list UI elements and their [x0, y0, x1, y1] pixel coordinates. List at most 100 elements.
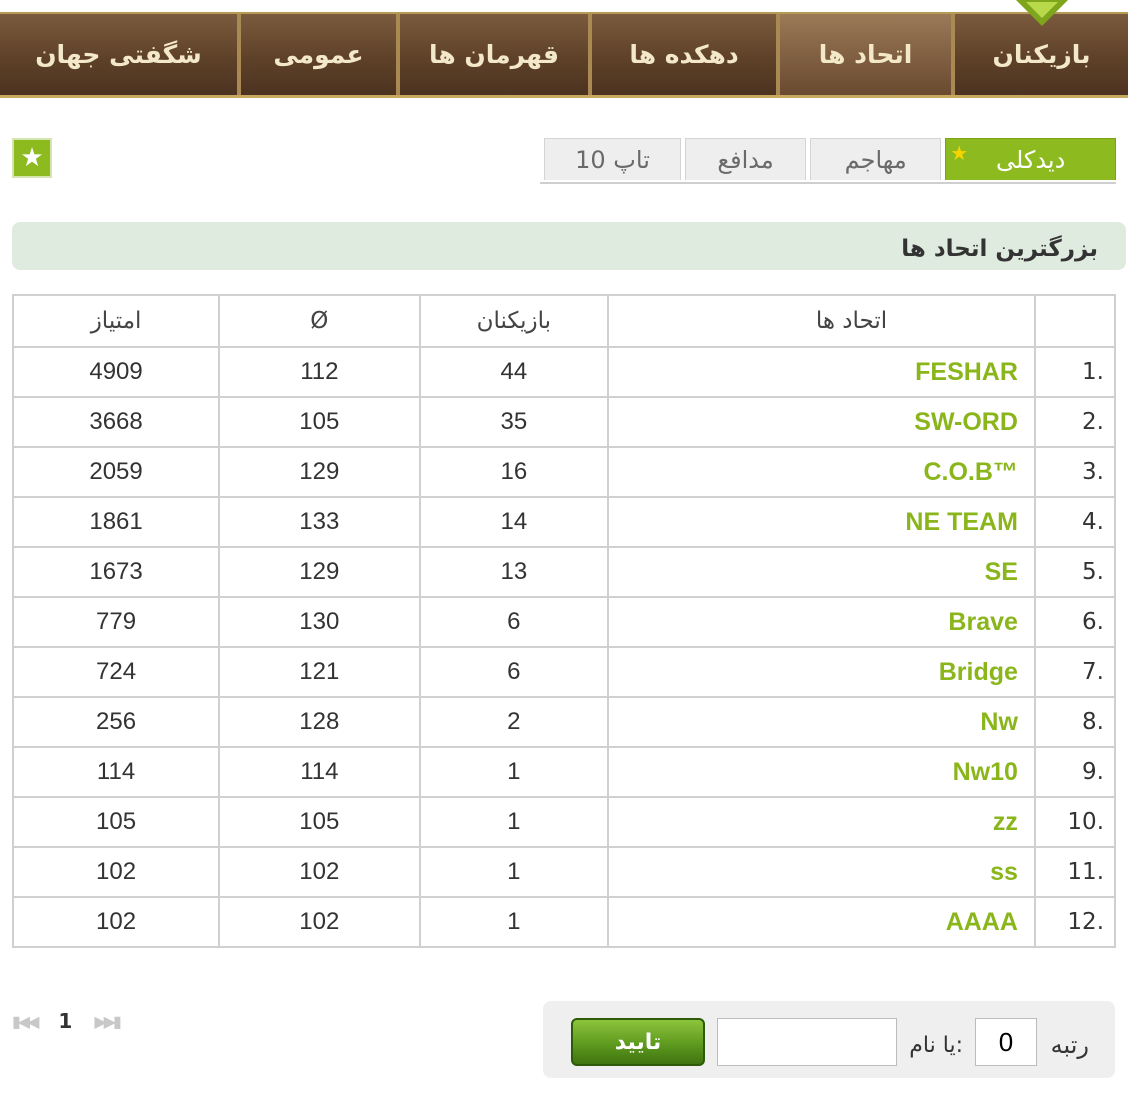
nav-item-players[interactable]: بازیکنان [951, 14, 1128, 95]
alliance-link[interactable]: NE TEAM [905, 508, 1018, 536]
average-cell: 129 [218, 446, 421, 498]
alliance-link[interactable]: SE [985, 558, 1018, 586]
favorite-star-button[interactable]: ★ [12, 138, 52, 178]
star-icon: ★ [20, 143, 44, 173]
pagination: ▮◀◀ 1 ▶▶▮ [12, 1008, 122, 1034]
players-cell: 14 [418, 496, 610, 548]
players-cell: 6 [418, 646, 610, 698]
alliance-link[interactable]: Bridge [939, 658, 1018, 686]
rank-cell: 4. [1033, 496, 1117, 548]
alliance-link[interactable]: SW-ORD [914, 408, 1018, 436]
average-cell-value: 112 [300, 358, 339, 385]
rank-cell: 8. [1033, 696, 1117, 748]
alliance-link[interactable]: AAAA [946, 908, 1018, 936]
players-cell: 1 [418, 896, 610, 948]
rank-cell: 6. [1033, 596, 1117, 648]
rank-cell-value: 2. [1082, 409, 1104, 435]
average-cell: 102 [218, 896, 421, 948]
alliance-link[interactable]: Nw [980, 708, 1018, 736]
tab-attacker[interactable]: مهاجم [810, 138, 942, 180]
alliance-link[interactable]: FESHAR [915, 358, 1018, 386]
current-page: 1 [58, 1009, 73, 1033]
players-cell: 35 [418, 396, 610, 448]
table-row: 6. Brave 6 130 779 [11, 596, 1117, 648]
average-cell: 102 [218, 846, 421, 898]
rank-cell: 1. [1033, 346, 1117, 398]
players-cell-value: 1 [507, 858, 521, 885]
points-cell-value: 1861 [89, 508, 143, 535]
players-cell: 44 [418, 346, 610, 398]
rank-cell: 11. [1033, 846, 1117, 898]
points-cell-value: 2059 [89, 458, 143, 485]
nav-item-villages[interactable]: دهکده ها [588, 14, 776, 95]
rank-cell-value: 8. [1082, 709, 1104, 735]
players-cell-value: 16 [500, 458, 528, 485]
tab-defender[interactable]: مدافع [685, 138, 807, 180]
nav-item-alliances[interactable]: اتحاد ها [776, 14, 951, 95]
players-cell: 2 [418, 696, 610, 748]
average-cell-value: 102 [299, 908, 340, 935]
players-cell: 16 [418, 446, 610, 498]
name-label: یا نام: [909, 1033, 963, 1058]
table-row: 10. zz 1 105 105 [11, 796, 1117, 848]
points-cell: 3668 [11, 396, 221, 448]
table-row: 4. NE TEAM 14 133 1861 [11, 496, 1117, 548]
rank-cell-value: 4. [1082, 509, 1104, 535]
rank-search-box: رتبه یا نام: تایید [543, 1001, 1115, 1078]
rank-cell-value: 12. [1067, 909, 1104, 935]
rank-cell: 10. [1033, 796, 1117, 848]
name-input[interactable] [717, 1018, 897, 1066]
rank-cell: 2. [1033, 396, 1117, 448]
players-cell: 1 [418, 796, 610, 848]
average-cell: 129 [218, 546, 421, 598]
average-cell: 128 [218, 696, 421, 748]
main-navigation: بازیکنان اتحاد ها دهکده ها قهرمان ها عمو… [0, 12, 1128, 98]
average-cell-value: 105 [299, 808, 340, 835]
alliance-link[interactable]: Nw10 [953, 758, 1018, 786]
average-cell-value: 133 [299, 508, 340, 535]
last-page-icon[interactable]: ▶▶▮ [94, 1012, 121, 1031]
nav-item-heroes[interactable]: قهرمان ها [396, 14, 588, 95]
nav-item-wonder[interactable]: شگفتی جهان [0, 14, 237, 95]
alliance-name-cell: SE [607, 546, 1036, 598]
points-cell: 105 [11, 796, 221, 848]
rank-cell: 3. [1033, 446, 1117, 498]
players-cell-value: 6 [507, 608, 521, 635]
average-cell-value: 129 [299, 558, 340, 585]
alliance-link[interactable]: C.O.B™ [923, 458, 1017, 486]
average-cell-value: 105 [299, 408, 340, 435]
average-cell: 121 [218, 646, 421, 698]
points-cell: 4909 [11, 346, 221, 398]
tab-overview[interactable]: ★ دیدکلی [945, 138, 1116, 180]
points-cell: 724 [11, 646, 221, 698]
points-cell: 102 [11, 846, 221, 898]
players-cell-value: 13 [500, 558, 528, 585]
first-page-icon[interactable]: ▮◀◀ [12, 1012, 39, 1031]
points-cell-value: 724 [96, 658, 137, 685]
table-row: 11. ss 1 102 102 [11, 846, 1117, 898]
points-cell-value: 4909 [89, 358, 143, 385]
alliance-link[interactable]: ss [990, 858, 1018, 886]
alliance-name-cell: FESHAR [607, 346, 1036, 398]
points-cell-value: 105 [96, 808, 137, 835]
header-alliance: اتحاد ها [607, 294, 1036, 348]
alliance-link[interactable]: zz [993, 808, 1018, 836]
tab-top10[interactable]: تاپ 10 [544, 138, 682, 180]
submit-button[interactable]: تایید [571, 1018, 705, 1066]
nav-item-general[interactable]: عمومی [237, 14, 396, 95]
players-cell: 6 [418, 596, 610, 648]
rank-cell-value: 9. [1082, 759, 1104, 785]
average-cell-value: 114 [300, 758, 339, 785]
points-cell-value: 102 [96, 908, 137, 935]
rank-input[interactable] [975, 1018, 1037, 1066]
header-players: بازیکنان [418, 294, 610, 348]
rank-cell-value: 1. [1082, 359, 1104, 385]
points-cell-value: 779 [96, 608, 137, 635]
alliance-link[interactable]: Brave [948, 608, 1018, 636]
alliance-name-cell: zz [607, 796, 1036, 848]
active-marker-highlight [1026, 2, 1058, 18]
points-cell: 1673 [11, 546, 221, 598]
average-cell-value: 128 [299, 708, 340, 735]
players-cell: 13 [418, 546, 610, 598]
players-cell-value: 44 [500, 358, 528, 385]
